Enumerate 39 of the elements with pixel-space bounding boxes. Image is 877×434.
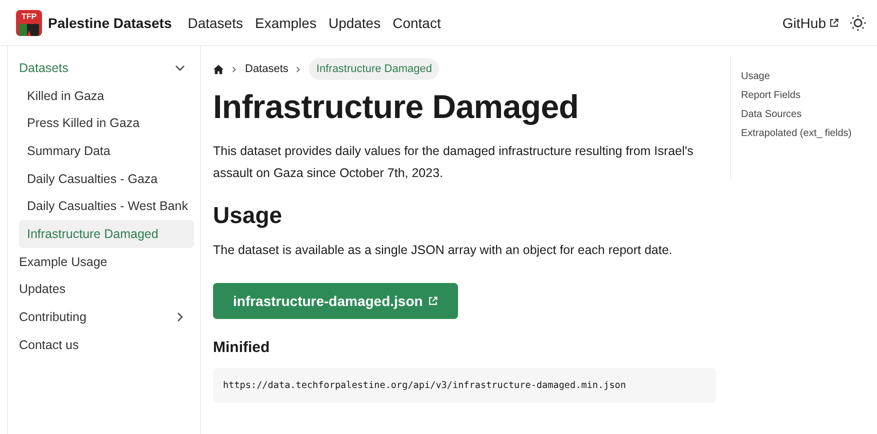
sidebar-item[interactable]: Killed in Gaza [19,82,194,110]
nav-link[interactable]: Examples [254,14,316,30]
nav-link[interactable]: Updates [328,14,381,30]
page-title: Infrastructure Damaged [213,88,580,126]
home-icon[interactable] [213,64,224,74]
flag-icon [19,24,39,36]
sidebar-item[interactable]: Daily Casualties - West Bank [19,192,194,220]
sidebar-item[interactable]: Datasets [19,54,194,82]
external-link-icon [428,296,438,306]
breadcrumb-link[interactable]: Datasets [245,63,288,75]
toc-link[interactable]: Report Fields [741,90,852,101]
external-link-icon [829,18,839,28]
logo[interactable]: TFP [16,10,42,36]
sidebar-item[interactable]: Press Killed in Gaza [19,109,194,138]
download-button[interactable]: infrastructure-damaged.json [213,283,458,319]
nav-link[interactable]: Datasets [188,14,243,30]
sidebar-item[interactable]: Example Usage [19,248,194,276]
section-heading: Usage [213,202,284,229]
nav-link[interactable]: Contact [392,14,441,30]
sidebar-item[interactable]: Contributing [19,303,194,331]
sidebar-item[interactable]: Infrastructure Damaged [19,220,194,248]
sidebar-item[interactable]: Contact us [19,330,194,359]
chevron-right-icon [296,66,302,72]
toc-link[interactable]: Data Sources [741,109,852,120]
toc-link[interactable]: Extrapolated (ext_ fields) [741,128,852,139]
logo-text: TFP [21,12,37,20]
sidebar-item[interactable]: Daily Casualties - Gaza [19,164,194,192]
code-block: https://data.techforpalestine.org/api/v3/infrastructure-damaged.min.json [213,368,716,403]
github-link[interactable]: GitHub [782,14,839,30]
chevron-right-icon [232,66,237,72]
intro-text: This dataset provides daily values for the damaged infrastructure resulting from Israel's assault on Gaza since October 7th, 2023. [213,143,694,182]
breadcrumb-link[interactable]: Infrastructure Damaged [309,58,439,80]
subsection-heading: Minified [213,339,271,356]
usage-text: The dataset is available as a single JSON array with an object for each report date. [213,242,674,259]
sidebar-item[interactable]: Summary Data [19,137,194,165]
site-title[interactable]: Palestine Datasets [48,14,172,30]
sun-icon[interactable] [849,14,867,32]
toc-link[interactable]: Usage [741,71,852,82]
sidebar-item[interactable]: Updates [19,276,194,304]
